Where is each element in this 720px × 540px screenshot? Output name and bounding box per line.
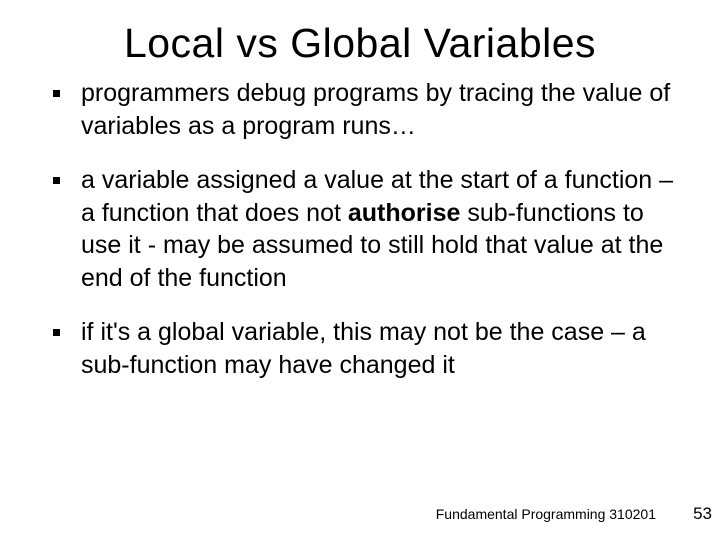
bullet-text-pre: programmers debug programs by tracing th… [81,79,670,140]
slide-title: Local vs Global Variables [0,0,720,77]
footer-text: Fundamental Programming 310201 [436,506,656,522]
bullet-text-pre: if it's a global variable, this may not … [81,318,646,379]
page-number: 53 [693,504,712,524]
slide: Local vs Global Variables programmers de… [0,0,720,540]
slide-content: programmers debug programs by tracing th… [0,77,720,381]
list-item: programmers debug programs by tracing th… [45,77,680,142]
bullet-list: programmers debug programs by tracing th… [45,77,680,381]
list-item: if it's a global variable, this may not … [45,316,680,381]
bullet-text-bold: authorise [348,199,461,227]
list-item: a variable assigned a value at the start… [45,164,680,294]
